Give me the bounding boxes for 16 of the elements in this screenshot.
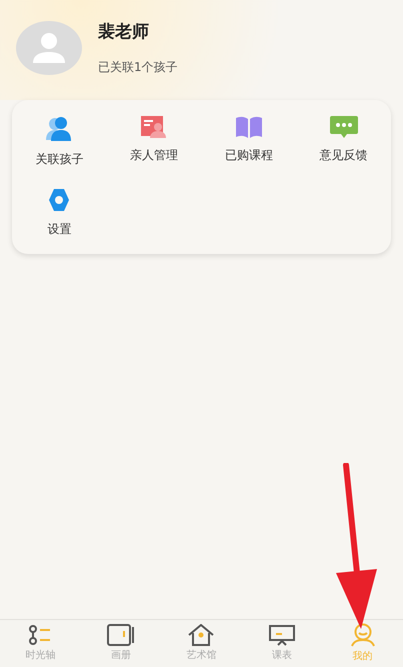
menu-item[interactable]: 亲人管理 (106, 116, 202, 168)
menu-item[interactable]: 关联孩子 (12, 116, 107, 168)
house-icon (187, 624, 216, 646)
menu-item[interactable]: 设置 (12, 188, 107, 238)
book-icon (234, 116, 263, 138)
menu-item[interactable]: 意见反馈 (296, 116, 391, 168)
profile-card-icon (141, 116, 168, 138)
avatar-icon (16, 20, 82, 75)
board-icon (268, 624, 296, 646)
chat-bubble-icon (330, 116, 358, 138)
people-icon (45, 116, 74, 142)
album-icon (106, 624, 135, 646)
user-name: 裴老师 (98, 21, 150, 44)
menu-item[interactable]: 已购课程 (202, 116, 296, 168)
person-icon (350, 623, 376, 647)
linked-children-count: 已关联1个孩子 (98, 58, 178, 76)
